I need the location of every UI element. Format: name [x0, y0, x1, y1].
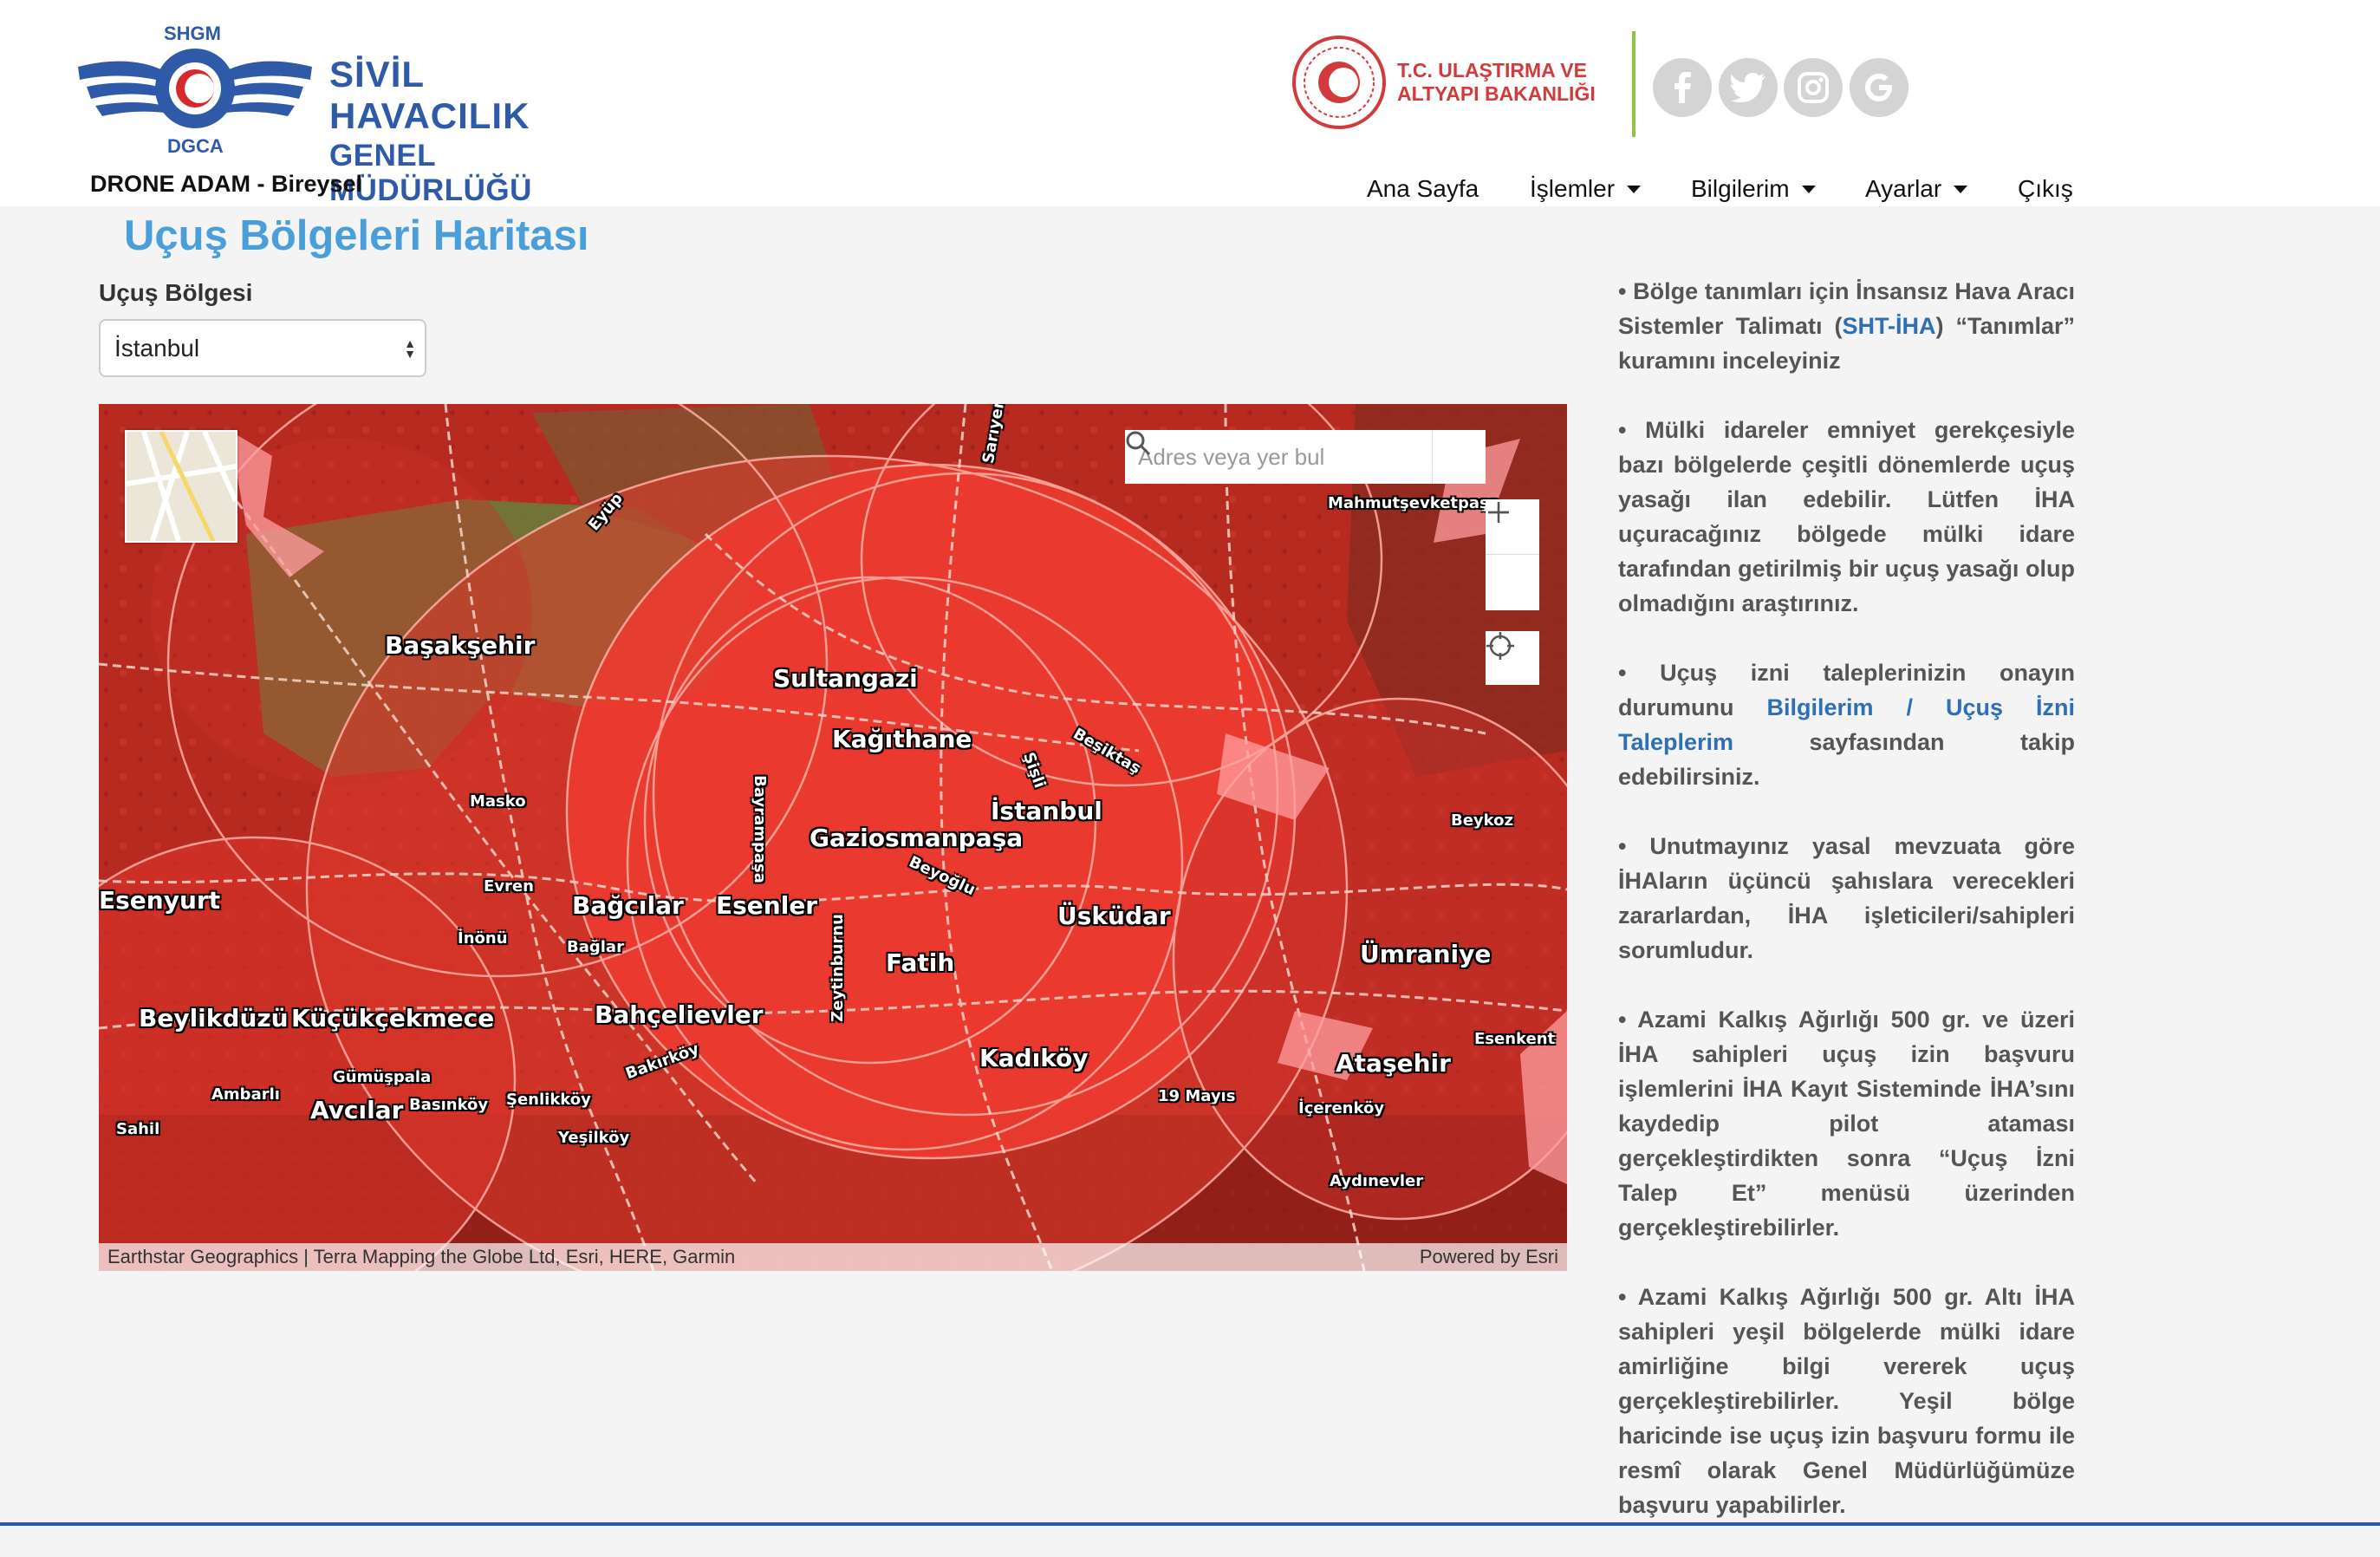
ministry-line2: ALTYAPI BAKANLIĞI: [1397, 82, 1596, 105]
chevron-down-icon: [1954, 185, 1968, 193]
minimap-thumb-icon: [127, 432, 236, 541]
map-label: Sahil: [116, 1120, 160, 1138]
map-search[interactable]: Adres veya yer bul: [1125, 430, 1486, 484]
region-label: Uçuş Bölgesi: [99, 279, 253, 306]
nav-bilgilerim[interactable]: Bilgilerim: [1691, 175, 1816, 203]
map-label: İnönü: [458, 929, 508, 948]
header-divider: [1632, 31, 1635, 137]
logo-top-text: SHGM: [164, 23, 221, 44]
shgm-emblem-icon: SHGM DGCA: [78, 23, 312, 157]
map-label: Üsküdar: [1057, 902, 1171, 930]
info-paragraph: • Bölge tanımları için İnsansız Hava Ara…: [1618, 274, 2075, 378]
map-label: Bahçelievler: [595, 1000, 764, 1029]
map-label: Basınköy: [409, 1096, 489, 1114]
map-label: Esenyurt: [99, 886, 221, 915]
info-paragraph: • Mülki idareler emniyet gerekçesiyle ba…: [1618, 417, 2075, 616]
map-label: İçerenköy: [1298, 1099, 1385, 1117]
attribution-left: Earthstar Geographics | Terra Mapping th…: [107, 1246, 736, 1267]
map-label: Ataşehir: [1336, 1049, 1451, 1078]
map-label: Kadıköy: [979, 1044, 1089, 1072]
nav-home-label: Ana Sayfa: [1367, 175, 1479, 202]
map-label: Beykoz: [1451, 811, 1513, 830]
crosshair-icon: [1486, 632, 1514, 660]
nav-cikis[interactable]: Çıkış: [2018, 175, 2073, 203]
info-paragraph: • Uçuş izni taleplerinizin onayın durumu…: [1618, 655, 2075, 794]
user-label: DRONE ADAM - Bireysel: [90, 171, 363, 197]
region-select-value: İstanbul: [114, 334, 200, 362]
ministry-line1: T.C. ULAŞTIRMA VE: [1397, 59, 1587, 81]
zoom-out-button[interactable]: [1486, 511, 1539, 610]
map-label: Başakşehir: [385, 631, 536, 660]
map-label: Sultangazi: [773, 664, 918, 693]
map-label: Esenler: [716, 891, 818, 920]
nav-ayarlar-label: Ayarlar: [1865, 175, 1942, 202]
nav-islemler[interactable]: İşlemler: [1530, 175, 1642, 203]
map-label: Bağlar: [567, 938, 624, 956]
nav-cikis-label: Çıkış: [2018, 175, 2073, 202]
map-label: Ümraniye: [1360, 940, 1492, 968]
logo-bottom-text: DGCA: [167, 135, 224, 157]
map-label: Aydınevler: [1330, 1172, 1424, 1190]
brand-line2: GENEL MÜDÜRLÜĞÜ: [329, 139, 532, 207]
flight-zone-map[interactable]: Başakşehir Sultangazi Kağıthane İstanbul…: [99, 404, 1567, 1271]
map-label: Mahmutşevketpaşa: [1328, 494, 1499, 512]
nav-home[interactable]: Ana Sayfa: [1367, 175, 1479, 203]
attribution-right[interactable]: Powered by Esri: [1420, 1246, 1558, 1268]
map-label: Avcılar: [310, 1096, 404, 1124]
region-select[interactable]: İstanbul ▲ ▼: [99, 319, 426, 377]
nav-ayarlar[interactable]: Ayarlar: [1865, 175, 1968, 203]
map-label: Fatih: [886, 948, 955, 977]
google-icon[interactable]: [1850, 58, 1909, 117]
info-paragraph: • Azami Kalkış Ağırlığı 500 gr. ve üzeri…: [1618, 1007, 2075, 1241]
map-label: Bağcılar: [572, 891, 684, 920]
nav-bilgilerim-label: Bilgilerim: [1691, 175, 1790, 202]
search-button[interactable]: [1126, 430, 1486, 484]
select-arrows-icon: ▲ ▼: [404, 336, 416, 361]
map-search-placeholder[interactable]: Adres veya yer bul: [1125, 430, 1432, 484]
nav-islemler-label: İşlemler: [1530, 175, 1616, 202]
map-label: Küçükçekmece: [291, 1004, 495, 1033]
map-label: Zeytinburnu: [828, 914, 847, 1022]
search-icon: [1126, 431, 1151, 456]
instagram-icon[interactable]: [1784, 58, 1843, 117]
brand-line1: SİVİL HAVACILIK: [329, 54, 530, 136]
page-title: Uçuş Bölgeleri Haritası: [124, 212, 589, 259]
map-label: 19 Mayıs: [1158, 1087, 1236, 1105]
map-label: Kağıthane: [832, 725, 972, 753]
twitter-icon[interactable]: [1719, 58, 1778, 117]
ministry-logo[interactable]: T.C. ULAŞTIRMA VE ALTYAPI BAKANLIĞI: [1291, 35, 1603, 130]
minus-icon: [1488, 511, 1509, 514]
map-label: Yeşilköy: [558, 1129, 630, 1147]
map-label: Gaziosmanpaşa: [810, 824, 1024, 852]
map-label: Şenlikköy: [506, 1091, 591, 1109]
ministry-emblem-icon: [1292, 36, 1386, 129]
map-label: Ambarlı: [211, 1085, 280, 1104]
map-label: Evren: [484, 877, 534, 896]
map-label: Bayrampaşa: [750, 775, 769, 883]
locate-button[interactable]: [1486, 631, 1539, 685]
chevron-down-icon: [1627, 185, 1642, 193]
map-label: İstanbul: [991, 797, 1102, 825]
map-label: Gümüşpala: [333, 1068, 432, 1086]
map-label: Beylikdüzü: [139, 1004, 289, 1033]
bottom-border: [0, 1522, 2380, 1526]
zoom-controls: [1486, 499, 1539, 610]
info-panel: • Bölge tanımları için İnsansız Hava Ara…: [1618, 274, 2075, 1557]
sht-iha-link[interactable]: SHT-İHA: [1843, 313, 1936, 339]
map-label: Masko: [470, 792, 526, 811]
basemap-toggle[interactable]: [125, 430, 237, 543]
chevron-down-icon: [1801, 185, 1816, 193]
info-paragraph: • Unutmayınız yasal mevzuata göre İHAlar…: [1618, 833, 2075, 963]
shgm-logo[interactable]: SHGM DGCA SİVİL HAVACILIK GENEL MÜDÜRLÜĞ…: [69, 19, 607, 207]
map-label: Esenkent: [1474, 1030, 1556, 1048]
map-attribution: Earthstar Geographics | Terra Mapping th…: [99, 1243, 1567, 1271]
info-paragraph: • Azami Kalkış Ağırlığı 500 gr. Altı İHA…: [1618, 1284, 2075, 1518]
facebook-icon[interactable]: [1653, 58, 1712, 117]
